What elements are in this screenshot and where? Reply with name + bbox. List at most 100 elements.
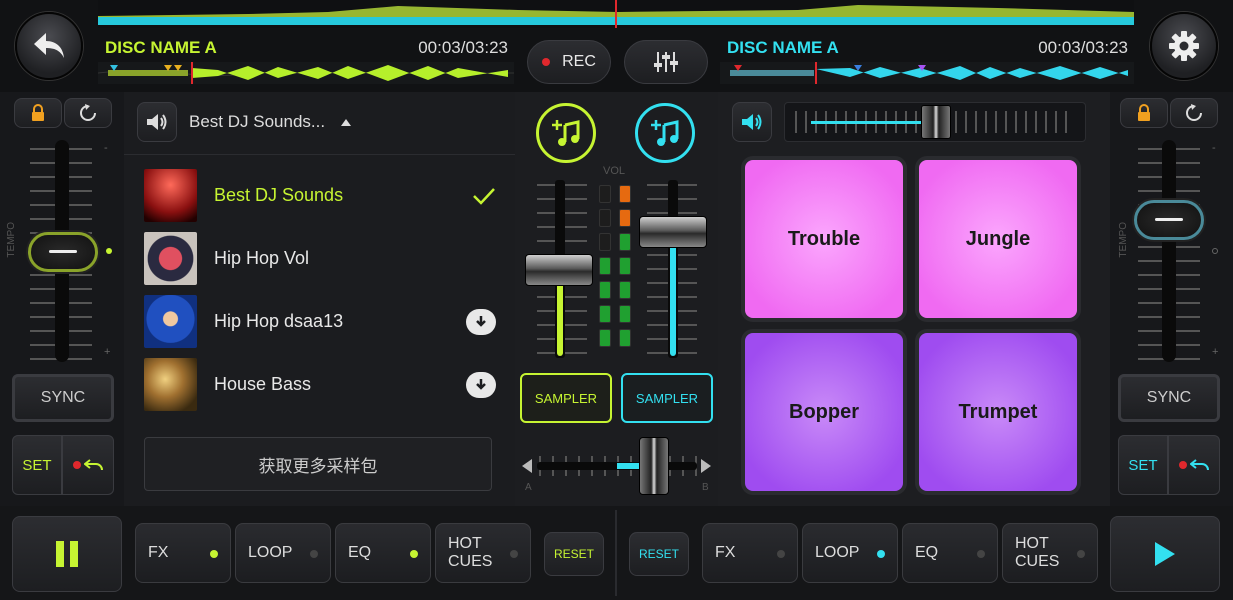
deck-a-hot-cues-button[interactable]: HOT CUES <box>435 523 531 583</box>
pause-icon <box>56 541 78 567</box>
deck-a-strip: TEMPO - + SYNC SET <box>0 92 124 506</box>
speaker-icon <box>147 114 167 130</box>
crossfader-left-arrow-icon[interactable] <box>522 459 532 473</box>
sample-library-panel: Best DJ Sounds... Best DJ Sounds Hip Hop… <box>124 92 515 506</box>
deck-b-hot-cues-button[interactable]: HOT CUES <box>1002 523 1098 583</box>
crossfader-a-label: A <box>525 482 532 493</box>
pad-volume-slider[interactable] <box>784 102 1086 142</box>
deck-b-add-track-button[interactable] <box>635 103 695 163</box>
deck-b-fx-button[interactable]: FX <box>702 523 798 583</box>
deck-b-volume-knob[interactable] <box>639 216 707 248</box>
deck-a-set-label: SET <box>22 456 52 474</box>
vu-meter <box>599 185 631 347</box>
deck-b-sync-button[interactable]: SYNC <box>1118 374 1220 422</box>
deck-a-loop-indicator <box>310 550 318 558</box>
deck-b-loop-label: LOOP <box>815 544 860 561</box>
deck-a-add-track-button[interactable] <box>536 103 596 163</box>
deck-a-tempo-indicator <box>106 248 112 254</box>
deck-b-set-label: SET <box>1128 456 1158 474</box>
sampler-pads-panel: Trouble Jungle Bopper Trumpet <box>718 92 1110 506</box>
pack-thumbnail-dj <box>144 295 197 348</box>
deck-b-lock-button[interactable] <box>1120 98 1168 128</box>
deck-a-waveform[interactable] <box>97 62 514 84</box>
speaker-icon <box>742 114 762 130</box>
deck-a-hot-cues-label-1: HOT <box>448 535 482 552</box>
sampler-pad-trouble[interactable]: Trouble <box>745 160 903 318</box>
rec-button[interactable]: REC <box>527 40 611 84</box>
deck-b-tempo-track[interactable] <box>1162 140 1176 362</box>
get-more-packs-button[interactable]: 获取更多采样包 <box>144 437 492 491</box>
pad-label: Jungle <box>965 227 1031 250</box>
deck-a-reset-button[interactable]: RESET <box>544 532 604 576</box>
deck-b-tempo-plus: + <box>1212 346 1219 358</box>
download-icon[interactable] <box>466 308 496 335</box>
deck-a-eq-indicator <box>410 550 418 558</box>
deck-a-play-pause-button[interactable] <box>12 516 122 592</box>
deck-b-reset-label: RESET <box>638 547 679 561</box>
sampler-pad-bopper[interactable]: Bopper <box>745 333 903 491</box>
list-item[interactable]: House Bass <box>144 353 496 416</box>
deck-b-header: DISC NAME A 00:03/03:23 <box>720 34 1134 90</box>
deck-a-eq-button[interactable]: EQ <box>335 523 431 583</box>
deck-a-tempo-knob[interactable] <box>28 232 98 272</box>
deck-a-eq-label: EQ <box>348 544 372 561</box>
overview-waveform[interactable] <box>98 0 1134 28</box>
refresh-icon <box>1186 104 1202 121</box>
deck-a-tempo-label: TEMPO <box>6 222 17 258</box>
mixer-settings-button[interactable] <box>624 40 708 84</box>
deck-a-sampler-button[interactable]: SAMPLER <box>520 373 612 423</box>
library-pack-dropdown[interactable]: Best DJ Sounds... <box>189 112 352 132</box>
list-item[interactable]: Best DJ Sounds <box>144 164 496 227</box>
deck-b-loop-button[interactable]: LOOP <box>802 523 898 583</box>
deck-b-reset-tempo-button[interactable] <box>1170 98 1218 128</box>
deck-b-play-button[interactable] <box>1110 516 1220 592</box>
deck-b-eq-button[interactable]: EQ <box>902 523 998 583</box>
deck-a-sync-button[interactable]: SYNC <box>12 374 114 422</box>
sampler-pad-trumpet[interactable]: Trumpet <box>919 333 1077 491</box>
deck-b-set-button[interactable]: SET <box>1118 435 1168 495</box>
deck-a-reset-tempo-button[interactable] <box>64 98 112 128</box>
download-icon[interactable] <box>466 371 496 398</box>
deck-a-fx-label: FX <box>148 544 169 561</box>
deck-b-tempo-indicator <box>1212 248 1218 254</box>
deck-a-header: DISC NAME A 00:03/03:23 <box>97 34 514 90</box>
deck-b-waveform[interactable] <box>720 62 1134 84</box>
get-more-packs-label: 获取更多采样包 <box>258 456 378 476</box>
deck-b-hot-cues-indicator <box>1077 550 1085 558</box>
deck-b-disc-name: DISC NAME A <box>727 38 839 57</box>
pad-label: Trumpet <box>958 400 1038 423</box>
crossfader-knob[interactable] <box>639 437 669 495</box>
back-button[interactable] <box>15 12 83 80</box>
list-item[interactable]: Hip Hop dsaa13 <box>144 290 496 353</box>
list-item[interactable]: Hip Hop Vol <box>144 227 496 290</box>
deck-a-fx-button[interactable]: FX <box>135 523 231 583</box>
deck-b-cue-return-button[interactable] <box>1168 435 1220 495</box>
deck-b-reset-button[interactable]: RESET <box>629 532 689 576</box>
pad-volume-speaker-button[interactable] <box>732 102 772 142</box>
deck-a-cue-return-button[interactable] <box>62 435 114 495</box>
pack-name: Hip Hop Vol <box>214 248 310 268</box>
deck-a-volume-knob[interactable] <box>525 254 593 286</box>
deck-a-loop-button[interactable]: LOOP <box>235 523 331 583</box>
pad-volume-knob[interactable] <box>921 105 951 139</box>
center-mixer: VOL SAMPLER SAMPLER A B <box>515 92 718 506</box>
deck-b-tempo-knob[interactable] <box>1134 200 1204 240</box>
deck-b-sampler-button[interactable]: SAMPLER <box>621 373 713 423</box>
deck-b-fx-label: FX <box>715 544 736 561</box>
deck-a-volume-fill <box>557 282 563 356</box>
rec-dot-icon <box>542 58 551 66</box>
pack-thumbnail-vinyl <box>144 232 197 285</box>
refresh-icon <box>80 104 96 121</box>
pad-label: Bopper <box>789 400 859 423</box>
record-dot-icon <box>1178 461 1187 469</box>
sampler-pad-jungle[interactable]: Jungle <box>919 160 1077 318</box>
library-preview-speaker-button[interactable] <box>137 102 177 142</box>
record-dot-icon <box>72 461 81 469</box>
deck-a-lock-button[interactable] <box>14 98 62 128</box>
lock-icon <box>32 104 44 121</box>
deck-a-set-button[interactable]: SET <box>12 435 62 495</box>
back-arrow-icon <box>34 33 64 58</box>
settings-button[interactable] <box>1150 12 1218 80</box>
deck-b-strip: TEMPO - + SYNC SET <box>1110 92 1233 506</box>
crossfader-right-arrow-icon[interactable] <box>701 459 711 473</box>
